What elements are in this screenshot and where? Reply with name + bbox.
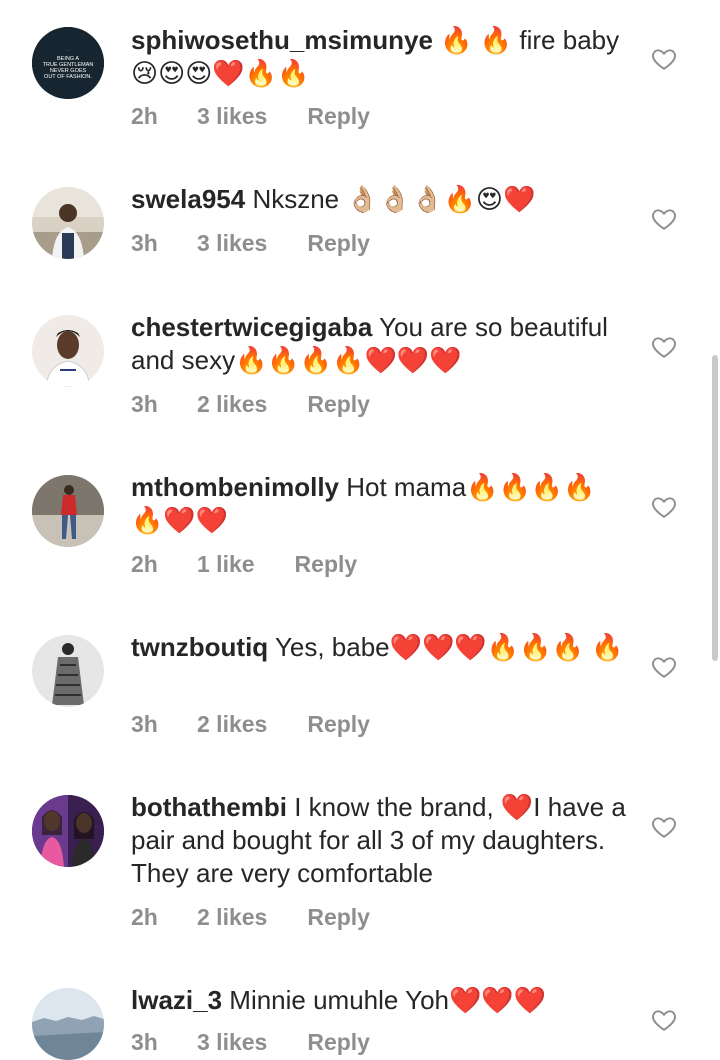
reply-button[interactable]: Reply — [307, 230, 370, 257]
comment-body: Minnie umuhle Yoh❤️❤️❤️ — [222, 985, 547, 1015]
comment-text: swela954 Nkszne 👌🏼👌🏼👌🏼🔥😍❤️ — [131, 183, 631, 216]
comment-time: 3h — [131, 390, 158, 417]
comment-likes-count[interactable]: 3 likes — [197, 103, 267, 130]
comment-likes-count[interactable]: 2 likes — [197, 904, 267, 931]
comment-text: bothathembi I know the brand, ❤️I have a… — [131, 791, 631, 890]
comment-meta: 2h 2 likes Reply — [131, 901, 370, 933]
comment-text: chestertwicegigaba You are so beautiful … — [131, 311, 631, 377]
scrollbar[interactable] — [712, 355, 718, 661]
comment-username[interactable]: twnzboutiq — [131, 632, 268, 662]
comment-meta: 3h 2 likes Reply — [131, 388, 370, 420]
like-heart-icon[interactable] — [651, 46, 677, 72]
avatar[interactable] — [32, 187, 104, 259]
comment-meta: 3h 3 likes Reply — [131, 227, 370, 259]
comment-time: 3h — [131, 229, 158, 256]
avatar-logo-text: - - — [66, 47, 70, 52]
avatar[interactable] — [32, 988, 104, 1060]
comment-text: twnzboutiq Yes, babe❤️❤️❤️🔥🔥🔥 🔥 — [131, 631, 631, 664]
comment-time: 2h — [131, 903, 158, 930]
like-heart-icon[interactable] — [651, 206, 677, 232]
comment-text: mthombenimolly Hot mama🔥🔥🔥🔥 🔥❤️❤️ — [131, 471, 631, 537]
comment-likes-count[interactable]: 3 likes — [197, 230, 267, 257]
like-heart-icon[interactable] — [651, 814, 677, 840]
like-heart-icon[interactable] — [651, 334, 677, 360]
comment-time: 3h — [131, 710, 158, 737]
comment-time: 2h — [131, 102, 158, 129]
comment-username[interactable]: bothathembi — [131, 792, 287, 822]
avatar[interactable] — [32, 475, 104, 547]
reply-button[interactable]: Reply — [307, 391, 370, 418]
comment-meta: 2h 3 likes Reply — [131, 100, 370, 132]
comment-meta: 3h 3 likes Reply — [131, 1026, 370, 1058]
reply-button[interactable]: Reply — [307, 711, 370, 738]
comment-username[interactable]: chestertwicegigaba — [131, 312, 372, 342]
comment-likes-count[interactable]: 2 likes — [197, 391, 267, 418]
avatar[interactable] — [32, 315, 104, 387]
comment-text: lwazi_3 Minnie umuhle Yoh❤️❤️❤️ — [131, 984, 631, 1017]
comment-time: 3h — [131, 1028, 158, 1055]
comment-time: 2h — [131, 550, 158, 577]
comment-username[interactable]: swela954 — [131, 184, 245, 214]
reply-button[interactable]: Reply — [307, 103, 370, 130]
comment-username[interactable]: mthombenimolly — [131, 472, 339, 502]
comment-body: Nkszne 👌🏼👌🏼👌🏼🔥😍❤️ — [245, 184, 536, 214]
comment-text: sphiwosethu_msimunye 🔥 🔥 fire baby 😢😍😍❤️… — [131, 24, 631, 90]
comment-meta: 3h 2 likes Reply — [131, 708, 370, 740]
avatar[interactable]: - - BEING A TRUE GENTLEMAN NEVER GOES OU… — [32, 27, 104, 99]
comment-username[interactable]: sphiwosethu_msimunye — [131, 25, 433, 55]
comment-username[interactable]: lwazi_3 — [131, 985, 222, 1015]
svg-text:OUT OF FASHION.: OUT OF FASHION. — [44, 74, 92, 80]
comment-meta: 2h 1 like Reply — [131, 548, 357, 580]
reply-button[interactable]: Reply — [307, 904, 370, 931]
reply-button[interactable]: Reply — [295, 551, 358, 578]
comment-body: Yes, babe❤️❤️❤️🔥🔥🔥 🔥 — [268, 632, 624, 662]
comment-likes-count[interactable]: 2 likes — [197, 711, 267, 738]
like-heart-icon[interactable] — [651, 494, 677, 520]
reply-button[interactable]: Reply — [307, 1029, 370, 1056]
comment-likes-count[interactable]: 3 likes — [197, 1029, 267, 1056]
avatar[interactable] — [32, 635, 104, 707]
avatar[interactable] — [32, 795, 104, 867]
like-heart-icon[interactable] — [651, 654, 677, 680]
comment-likes-count[interactable]: 1 like — [197, 551, 255, 578]
like-heart-icon[interactable] — [651, 1007, 677, 1033]
